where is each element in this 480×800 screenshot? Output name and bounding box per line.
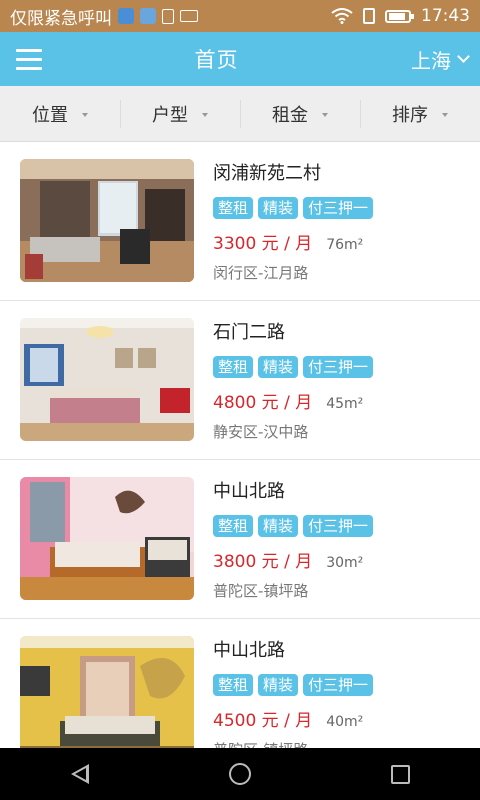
listing-info: 中山北路 整租 精装 付三押一 4500 元 / 月 40m² 普陀区-镇坪路	[194, 636, 374, 748]
dropdown-triangle-icon	[82, 112, 88, 117]
listing-price: 3800 元 / 月	[213, 552, 313, 572]
listing-tags: 整租 精装 付三押一	[213, 197, 374, 219]
filter-label: 排序	[392, 104, 428, 126]
status-bar-right: 17:43	[331, 6, 470, 26]
page-title: 首页	[194, 48, 239, 72]
chevron-down-icon	[457, 50, 470, 63]
listing-tags: 整租 精装 付三押一	[213, 515, 374, 537]
home-button[interactable]	[210, 748, 270, 800]
filter-sort[interactable]: 排序	[360, 86, 480, 141]
app-bar: 首页 上海	[0, 32, 480, 86]
filter-layout[interactable]: 户型	[120, 86, 240, 141]
filter-label: 位置	[32, 104, 68, 126]
clock: 17:43	[421, 6, 470, 26]
listing-price: 4800 元 / 月	[213, 393, 313, 413]
sim-card-icon	[363, 8, 375, 24]
dropdown-triangle-icon	[442, 112, 448, 117]
battery-icon	[385, 9, 414, 23]
app-icon	[118, 8, 134, 24]
dropdown-triangle-icon	[322, 112, 328, 117]
price-row: 3800 元 / 月 30m²	[213, 547, 373, 572]
listing-area: 45m²	[326, 396, 364, 412]
tag-whole-rent: 整租	[213, 515, 254, 537]
filter-rent[interactable]: 租金	[240, 86, 360, 141]
tag-decorated: 精装	[258, 197, 299, 219]
listing-item[interactable]: 中山北路 整租 精装 付三押一 4500 元 / 月 40m² 普陀区-镇坪路	[0, 619, 480, 748]
listing-price: 3300 元 / 月	[213, 234, 313, 254]
app-icon-2	[140, 8, 156, 24]
tag-decorated: 精装	[258, 356, 299, 378]
listing-address: 普陀区-镇坪路	[213, 739, 373, 748]
listing-tags: 整租 精装 付三押一	[213, 356, 374, 378]
tag-whole-rent: 整租	[213, 197, 254, 219]
listing-item[interactable]: 石门二路 整租 精装 付三押一 4800 元 / 月 45m² 静安区-汉中路	[0, 301, 480, 460]
listing-item[interactable]: 闵浦新苑二村 整租 精装 付三押一 3300 元 / 月 76m² 闵行区-江月…	[0, 142, 480, 301]
listing-address: 普陀区-镇坪路	[213, 582, 309, 600]
listing-photo	[20, 159, 194, 282]
status-bar: 仅限紧急呼叫 17:43	[0, 0, 480, 32]
tag-decorated: 精装	[258, 674, 299, 696]
listing-info: 石门二路 整租 精装 付三押一 4800 元 / 月 45m² 静安区-汉中路	[194, 318, 374, 459]
listing-area: 76m²	[326, 237, 364, 253]
price-row: 4500 元 / 月 40m²	[213, 706, 373, 731]
listing-photo	[20, 477, 194, 600]
listing-tags: 整租 精装 付三押一	[213, 674, 374, 696]
listing-address: 闵行区-江月路	[213, 264, 309, 282]
listing-item[interactable]: 中山北路 整租 精装 付三押一 3800 元 / 月 30m² 普陀区-镇坪路	[0, 460, 480, 619]
filter-bar: 位置 户型 租金 排序	[0, 86, 480, 142]
price-row: 3300 元 / 月 76m²	[213, 229, 373, 254]
screen: 仅限紧急呼叫 17:43 首页 上海 位置 户型 租金 排序 闵浦新苑二村 整租…	[0, 0, 480, 800]
keyboard-icon	[180, 10, 198, 22]
status-bar-left: 仅限紧急呼叫	[10, 4, 331, 29]
listing-photo	[20, 318, 194, 441]
tag-whole-rent: 整租	[213, 356, 254, 378]
listing-info: 闵浦新苑二村 整租 精装 付三押一 3300 元 / 月 76m² 闵行区-江月…	[194, 159, 374, 300]
home-icon	[229, 763, 251, 785]
filter-label: 户型	[152, 104, 188, 126]
sim-icon	[162, 8, 174, 24]
tag-decorated: 精装	[258, 515, 299, 537]
hamburger-menu-icon[interactable]	[0, 32, 52, 86]
listing-info: 中山北路 整租 精装 付三押一 3800 元 / 月 30m² 普陀区-镇坪路	[194, 477, 374, 618]
city-selector[interactable]: 上海	[411, 45, 480, 74]
system-nav-bar	[0, 748, 480, 800]
tag-payment: 付三押一	[303, 356, 374, 378]
recent-apps-icon	[390, 764, 410, 784]
listing-area: 40m²	[326, 714, 364, 730]
listing-name: 闵浦新苑二村	[213, 163, 321, 184]
listing-photo	[20, 636, 194, 748]
wifi-icon	[331, 8, 353, 24]
recent-apps-button[interactable]	[370, 748, 430, 800]
tag-payment: 付三押一	[303, 515, 374, 537]
tag-payment: 付三押一	[303, 674, 374, 696]
listing-address: 静安区-汉中路	[213, 423, 309, 441]
back-button[interactable]	[50, 748, 110, 800]
listing-list[interactable]: 闵浦新苑二村 整租 精装 付三押一 3300 元 / 月 76m² 闵行区-江月…	[0, 142, 480, 748]
tag-whole-rent: 整租	[213, 674, 254, 696]
tag-payment: 付三押一	[303, 197, 374, 219]
back-icon	[71, 764, 89, 784]
listing-name: 中山北路	[213, 640, 285, 661]
listing-name: 石门二路	[213, 322, 285, 343]
carrier-text: 仅限紧急呼叫	[10, 8, 112, 29]
listing-area: 30m²	[326, 555, 364, 571]
dropdown-triangle-icon	[202, 112, 208, 117]
price-row: 4800 元 / 月 45m²	[213, 388, 373, 413]
filter-label: 租金	[272, 104, 308, 126]
listing-price: 4500 元 / 月	[213, 711, 313, 731]
listing-name: 中山北路	[213, 481, 285, 502]
city-label: 上海	[411, 48, 451, 73]
filter-location[interactable]: 位置	[0, 86, 120, 141]
